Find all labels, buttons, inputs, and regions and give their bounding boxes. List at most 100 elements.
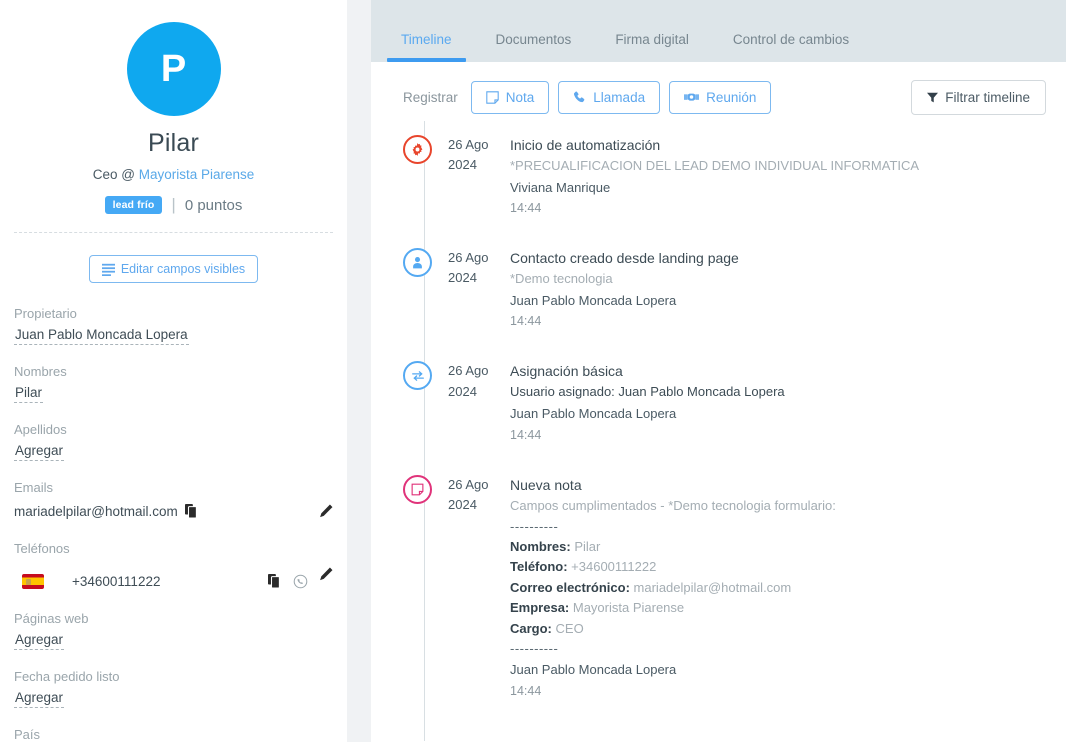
timeline-body: Asignación básica Usuario asignado: Juan… bbox=[510, 359, 1050, 444]
note-field-label: Cargo: bbox=[510, 620, 552, 636]
timeline-title: Asignación básica bbox=[510, 363, 623, 380]
phone-row-actions bbox=[268, 567, 333, 589]
field-apellidos: Apellidos Agregar bbox=[12, 422, 335, 461]
field-value[interactable]: Agregar bbox=[14, 632, 65, 650]
phone-icon bbox=[573, 91, 586, 104]
edit-visible-fields-label: Editar campos visibles bbox=[120, 262, 246, 276]
timeline-body: Nueva nota Campos cumplimentados - *Demo… bbox=[510, 473, 1050, 701]
field-label: Propietario bbox=[14, 306, 77, 321]
timeline-subtitle: *Demo tecnologia bbox=[510, 271, 613, 287]
avatar: P bbox=[126, 22, 221, 116]
note-field-label: Teléfono: bbox=[510, 559, 568, 575]
field-value[interactable]: Agregar bbox=[14, 443, 65, 461]
timeline-date: 26 Ago 2024 bbox=[448, 133, 510, 218]
role-prefix: Ceo @ bbox=[92, 167, 139, 182]
timeline-title: Nueva nota bbox=[510, 476, 582, 493]
exchange-icon bbox=[403, 361, 432, 391]
field-value[interactable]: Pilar bbox=[14, 385, 44, 403]
field-paginas-web: Páginas web Agregar bbox=[12, 611, 335, 650]
timeline-body: Inicio de automatización *PRECUALIFICACI… bbox=[510, 133, 1050, 218]
field-fecha-pedido-listo: Fecha pedido listo Agregar bbox=[12, 669, 335, 708]
field-label: Emails bbox=[14, 480, 54, 495]
filter-timeline-button[interactable]: Filtrar timeline bbox=[911, 80, 1046, 115]
tab-bar: Timeline Documentos Firma digital Contro… bbox=[371, 0, 1066, 62]
timeline-date-day: 26 Ago bbox=[448, 137, 489, 152]
main-panel: Timeline Documentos Firma digital Contro… bbox=[371, 0, 1066, 742]
email-row: mariadelpilar@hotmail.com bbox=[12, 500, 335, 522]
contact-name: Pilar bbox=[147, 129, 199, 157]
status-badge: lead frío bbox=[104, 196, 163, 214]
log-reunion-label: Reunión bbox=[706, 90, 757, 105]
timeline-subtitle: Campos cumplimentados - *Demo tecnologia… bbox=[510, 497, 836, 513]
badge-separator: | bbox=[171, 195, 176, 214]
timeline-title: Contacto creado desde landing page bbox=[510, 250, 739, 267]
timeline-item[interactable]: 26 Ago 2024 Nueva nota Campos cumpliment… bbox=[403, 473, 1050, 701]
note-field-value: Pilar bbox=[574, 538, 601, 554]
edit-visible-fields-button[interactable]: Editar campos visibles bbox=[88, 255, 259, 283]
timeline-date-year: 2024 bbox=[448, 270, 477, 286]
log-llamada-label: Llamada bbox=[593, 90, 646, 105]
field-value[interactable]: Juan Pablo Moncada Lopera bbox=[14, 327, 189, 345]
note-field-cargo: Cargo: CEO bbox=[510, 619, 1050, 640]
timeline-body: Contacto creado desde landing page *Demo… bbox=[510, 246, 1050, 331]
field-label: Apellidos bbox=[14, 422, 67, 437]
field-value[interactable]: Agregar bbox=[14, 690, 65, 708]
tab-control-de-cambios[interactable]: Control de cambios bbox=[711, 32, 871, 62]
points-label: 0 puntos bbox=[184, 196, 243, 214]
timeline-date-day: 26 Ago bbox=[448, 476, 489, 492]
timeline-date-year: 2024 bbox=[448, 383, 477, 399]
field-propietario: Propietario Juan Pablo Moncada Lopera bbox=[12, 306, 335, 345]
sidebar-divider bbox=[14, 232, 333, 233]
note-field-correo: Correo electrónico: mariadelpilar@hotmai… bbox=[510, 578, 1050, 599]
timeline-author: Viviana Manrique bbox=[510, 179, 611, 195]
timeline-date-year: 2024 bbox=[448, 157, 477, 173]
action-bar: Registrar Nota Llamada Reunión Filtrar t… bbox=[387, 62, 1050, 115]
log-llamada-button[interactable]: Llamada bbox=[558, 81, 661, 114]
note-field-label: Correo electrónico: bbox=[510, 579, 630, 595]
note-field-nombres: Nombres: Pilar bbox=[510, 537, 1050, 558]
timeline-date-year: 2024 bbox=[448, 496, 477, 512]
timeline-item[interactable]: 26 Ago 2024 Inicio de automatización *PR… bbox=[403, 133, 1050, 218]
tab-documentos[interactable]: Documentos bbox=[474, 32, 594, 62]
funnel-icon bbox=[927, 92, 939, 103]
timeline-subtitle: Usuario asignado: Juan Pablo Moncada Lop… bbox=[510, 384, 785, 400]
tab-timeline[interactable]: Timeline bbox=[379, 32, 474, 62]
timeline-date: 26 Ago 2024 bbox=[448, 246, 510, 331]
contact-role: Ceo @ Mayorista Piarense bbox=[12, 167, 335, 182]
timeline-date-day: 26 Ago bbox=[448, 363, 489, 379]
log-nota-button[interactable]: Nota bbox=[470, 81, 550, 114]
timeline-subtitle: *PRECUALIFICACION DEL LEAD DEMO INDIVIDU… bbox=[510, 158, 920, 173]
note-rule-bottom: ---------- bbox=[510, 641, 559, 657]
timeline-title: Inicio de automatización bbox=[510, 137, 661, 153]
whatsapp-icon[interactable] bbox=[293, 574, 308, 589]
note-icon bbox=[486, 91, 499, 104]
person-icon bbox=[403, 248, 432, 278]
phone-row: +34600111222 bbox=[12, 567, 335, 592]
timeline-time: 14:44 bbox=[510, 427, 542, 442]
note-field-label: Empresa: bbox=[510, 600, 570, 616]
note-field-value: mariadelpilar@hotmail.com bbox=[633, 579, 792, 595]
timeline-author: Juan Pablo Moncada Lopera bbox=[510, 406, 677, 422]
timeline-item[interactable]: 26 Ago 2024 Contacto creado desde landin… bbox=[403, 246, 1050, 331]
edit-fields-wrapper: Editar campos visibles bbox=[12, 255, 335, 283]
tab-firma-digital[interactable]: Firma digital bbox=[593, 32, 711, 62]
spain-flag-icon bbox=[22, 573, 44, 589]
edit-pencil-icon[interactable] bbox=[319, 567, 333, 581]
handshake-icon bbox=[684, 91, 700, 104]
company-link[interactable]: Mayorista Piarense bbox=[139, 167, 255, 182]
log-reunion-button[interactable]: Reunión bbox=[669, 81, 772, 114]
note-field-value: +34600111222 bbox=[571, 559, 657, 575]
note-field-empresa: Empresa: Mayorista Piarense bbox=[510, 598, 1050, 619]
copy-icon[interactable] bbox=[268, 574, 282, 588]
timeline-time: 14:44 bbox=[510, 683, 542, 698]
timeline-item[interactable]: 26 Ago 2024 Asignación básica Usuario as… bbox=[403, 359, 1050, 444]
copy-icon[interactable] bbox=[184, 504, 199, 518]
edit-pencil-icon[interactable] bbox=[319, 504, 333, 518]
timeline-time: 14:44 bbox=[510, 314, 542, 329]
log-nota-label: Nota bbox=[505, 90, 535, 105]
